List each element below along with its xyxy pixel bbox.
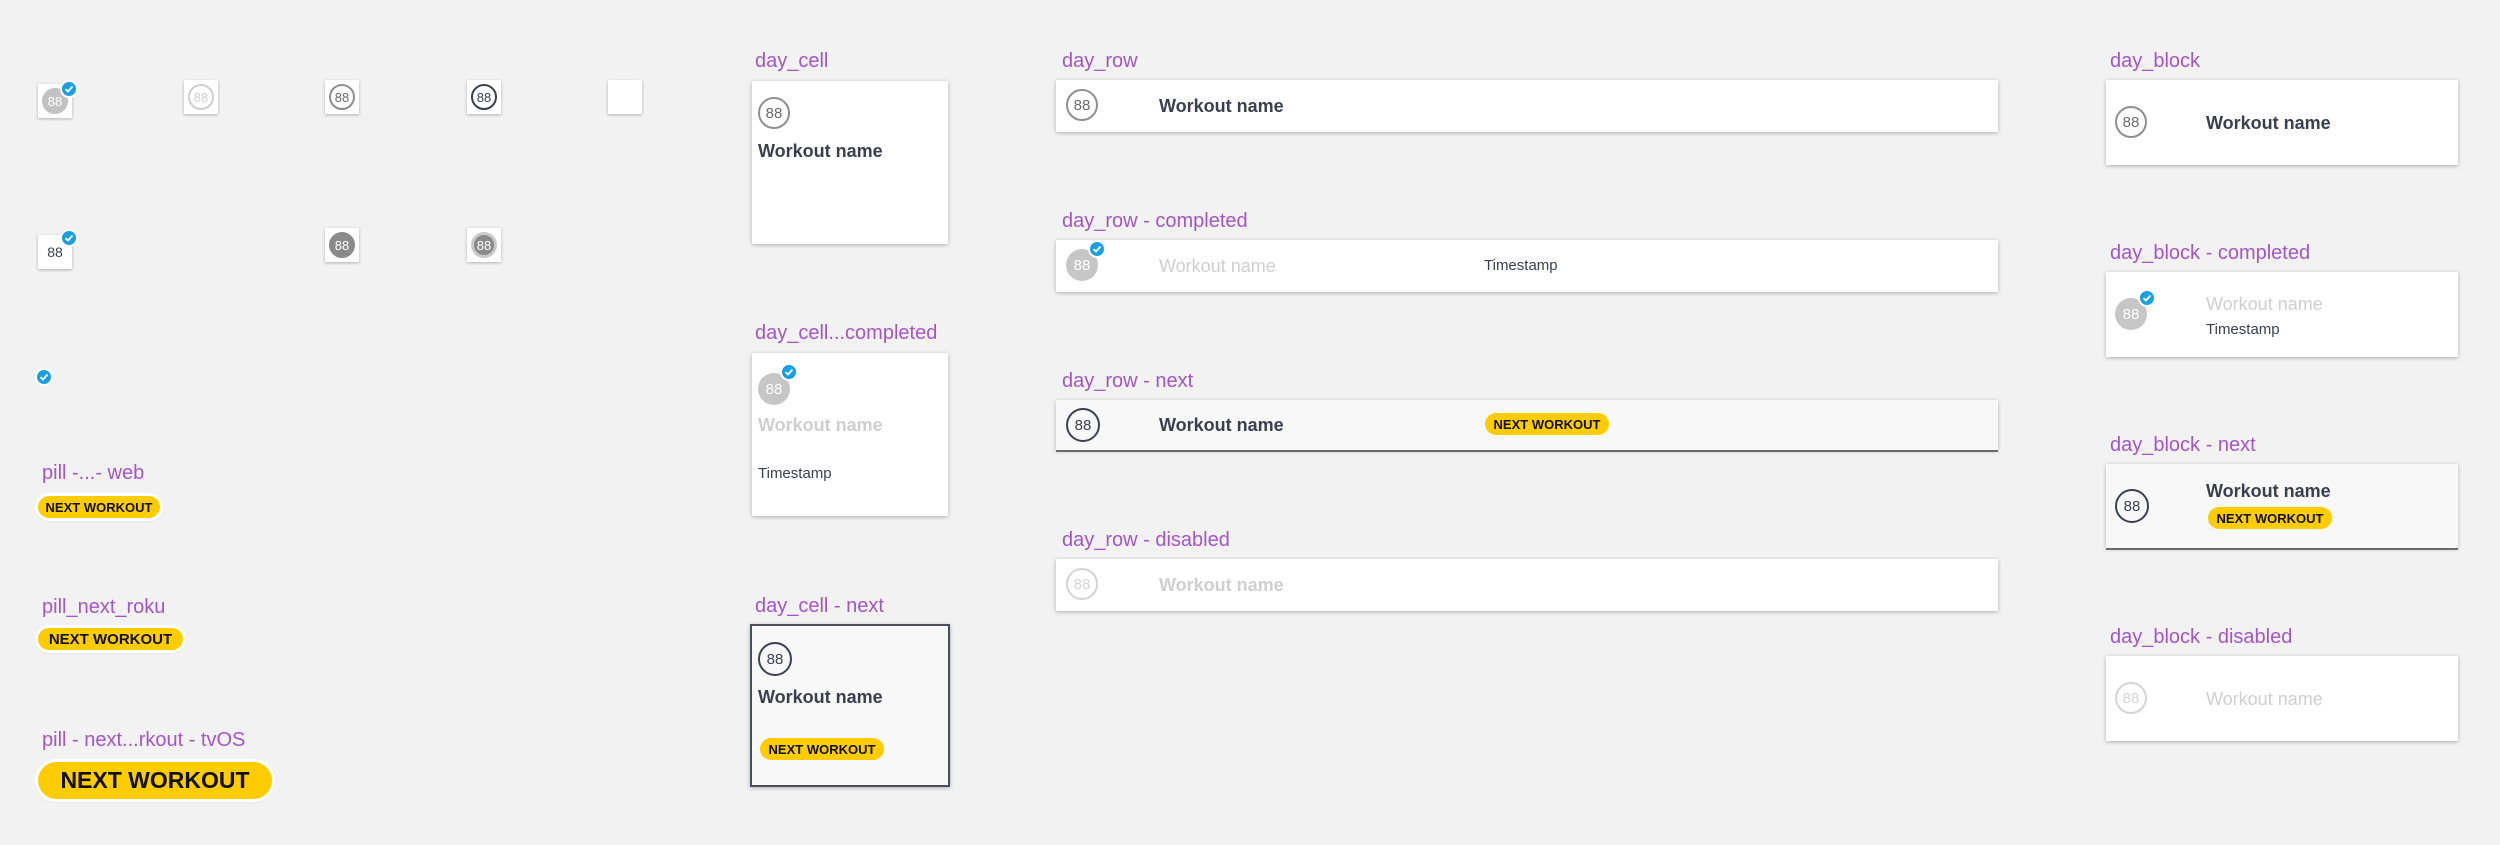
next-workout-pill-web: NEXT WORKOUT <box>38 496 160 518</box>
timestamp: Timestamp <box>2206 321 2280 338</box>
workout-name: Workout name <box>2206 481 2331 501</box>
workout-name: Workout name <box>2206 294 2323 314</box>
day-tile-dark[interactable]: 88 <box>325 228 359 262</box>
next-workout-pill: NEXT WORKOUT <box>2208 507 2332 529</box>
day-number-badge: 88 <box>329 232 355 258</box>
timestamp: Timestamp <box>758 465 832 482</box>
day-row-next-label: day_row - next <box>1062 370 1194 392</box>
check-icon <box>60 80 78 98</box>
day-number-badge: 88 <box>758 642 792 676</box>
next-workout-pill-roku: NEXT WORKOUT <box>38 628 183 650</box>
day-block[interactable]: 88 Workout name <box>2106 80 2458 165</box>
day-number-badge: 88 <box>2115 682 2147 714</box>
day-number-badge: 88 <box>1066 568 1098 600</box>
workout-name: Workout name <box>2206 689 2323 709</box>
workout-name: Workout name <box>1159 256 1276 276</box>
day-block-disabled[interactable]: 88 Workout name <box>2106 656 2458 741</box>
pill-roku-label: pill_next_roku <box>42 596 166 618</box>
check-icon <box>1088 240 1106 258</box>
day-number-badge: 88 <box>188 84 214 110</box>
day-tile-empty[interactable] <box>608 80 642 114</box>
next-workout-pill: NEXT WORKOUT <box>1485 413 1609 435</box>
check-icon <box>2138 289 2156 307</box>
day-number-badge: 88 <box>1066 408 1100 442</box>
day-cell-next[interactable]: 88 Workout name NEXT WORKOUT <box>750 624 950 787</box>
day-number-badge: 88 <box>2115 489 2149 523</box>
day-number-badge: 88 <box>329 84 355 110</box>
day-cell-label: day_cell <box>755 50 829 72</box>
day-block-label: day_block <box>2110 50 2201 72</box>
next-workout-pill: NEXT WORKOUT <box>760 738 884 760</box>
day-tile-completed-plain[interactable]: 88 <box>38 229 78 269</box>
workout-name: Workout name <box>1159 415 1284 435</box>
day-block-disabled-label: day_block - disabled <box>2110 626 2293 648</box>
day-block-next-label: day_block - next <box>2110 434 2256 456</box>
day-row-label: day_row <box>1062 50 1138 72</box>
day-cell-completed[interactable]: 88 Workout name Timestamp <box>752 353 948 516</box>
day-row[interactable]: 88 Workout name <box>1056 80 1998 132</box>
day-number-badge: 88 <box>471 84 497 110</box>
day-row-completed-label: day_row - completed <box>1062 210 1248 232</box>
day-tile-next[interactable]: 88 <box>467 80 501 114</box>
day-row-next[interactable]: 88 Workout name NEXT WORKOUT <box>1056 400 1998 450</box>
day-block-next[interactable]: 88 Workout name NEXT WORKOUT <box>2106 464 2458 548</box>
workout-name: Workout name <box>758 141 883 161</box>
workout-name: Workout name <box>1159 575 1284 595</box>
day-tile-dark-focused[interactable]: 88 <box>467 228 501 262</box>
day-tile-default[interactable]: 88 <box>325 80 359 114</box>
day-tile-completed[interactable]: 88 <box>38 80 78 118</box>
check-icon <box>35 368 53 386</box>
check-icon <box>60 229 78 247</box>
workout-name: Workout name <box>1159 96 1284 116</box>
day-number-badge: 88 <box>1066 89 1098 121</box>
workout-name: Workout name <box>758 687 883 707</box>
day-number-badge: 88 <box>758 97 790 129</box>
pill-web-label: pill -...- web <box>42 462 145 484</box>
day-block-completed[interactable]: 88 Workout name Timestamp <box>2106 272 2458 357</box>
check-icon <box>780 363 798 381</box>
timestamp: Timestamp <box>1484 257 1558 274</box>
day-number-badge: 88 <box>2115 106 2147 138</box>
next-workout-pill-tvos: NEXT WORKOUT <box>38 762 272 799</box>
day-row-disabled[interactable]: 88 Workout name <box>1056 559 1998 611</box>
day-cell-completed-label: day_cell...completed <box>755 322 938 344</box>
day-cell[interactable]: 88 Workout name <box>752 81 948 244</box>
day-tile-disabled[interactable]: 88 <box>184 80 218 114</box>
pill-tvos-label: pill - next...rkout - tvOS <box>42 729 246 751</box>
day-block-completed-label: day_block - completed <box>2110 242 2311 264</box>
day-number-badge: 88 <box>471 232 497 258</box>
day-cell-next-label: day_cell - next <box>755 595 884 617</box>
workout-name: Workout name <box>758 415 883 435</box>
day-row-disabled-label: day_row - disabled <box>1062 529 1230 551</box>
day-row-completed[interactable]: 88 Workout name Timestamp <box>1056 240 1998 292</box>
workout-name: Workout name <box>2206 113 2331 133</box>
